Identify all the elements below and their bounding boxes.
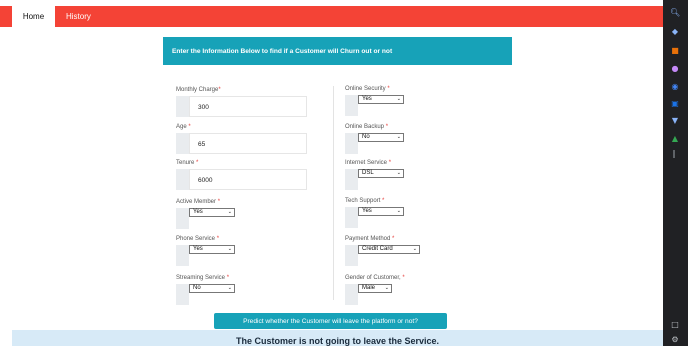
chevron-down-icon: ⌄ [227, 246, 232, 252]
input-addon [176, 284, 189, 305]
nav-history-link[interactable]: History [60, 6, 97, 27]
input-addon [176, 245, 189, 266]
age-input[interactable]: 65 [189, 133, 307, 154]
phone-service-select[interactable]: Yes ⌄ [189, 245, 235, 254]
online-security-select[interactable]: Yes ⌄ [358, 95, 404, 104]
input-addon [345, 245, 358, 266]
column-divider [333, 86, 334, 300]
input-addon [345, 207, 358, 228]
payment-method-select[interactable]: Credit Card ⌄ [358, 245, 420, 254]
streaming-service-field: Streaming Service * No ⌄ [176, 275, 235, 305]
input-addon [176, 96, 189, 117]
tenure-field: Tenure * 6000 [176, 160, 307, 190]
chevron-down-icon: ⌄ [412, 246, 417, 252]
input-addon [345, 95, 358, 116]
tenure-input[interactable]: 6000 [189, 169, 307, 190]
active-member-field: Active Member * Yes ⌄ [176, 199, 235, 229]
tech-support-field: Tech Support * Yes ⌄ [345, 198, 404, 228]
briefcase-icon[interactable]: ■ [670, 46, 680, 56]
prediction-result: The Customer is not going to leave the S… [12, 330, 663, 346]
age-field: Age * 65 [176, 124, 307, 154]
chevron-down-icon: ⌄ [227, 285, 232, 291]
tree-icon[interactable]: ▲ [670, 134, 680, 144]
copilot-icon[interactable]: ◉ [670, 82, 680, 92]
chevron-down-icon: ⌄ [396, 134, 401, 140]
predict-button[interactable]: Predict whether the Customer will leave … [214, 313, 447, 329]
input-addon [345, 284, 358, 305]
internet-service-select[interactable]: DSL ⌄ [358, 169, 404, 178]
input-addon [176, 208, 189, 229]
input-addon [345, 169, 358, 190]
panel-icon[interactable]: □ [670, 320, 680, 330]
input-addon [176, 133, 189, 154]
online-backup-field: Online Backup * No ⌄ [345, 124, 404, 154]
sidebar-separator [673, 150, 675, 158]
input-addon [176, 169, 189, 190]
form-header-banner: Enter the Information Below to find if a… [163, 37, 512, 65]
top-navbar: Home History [0, 6, 663, 27]
chevron-down-icon: ⌄ [384, 285, 389, 291]
phone-service-field: Phone Service * Yes ⌄ [176, 236, 235, 266]
people-icon[interactable]: ● [670, 64, 680, 74]
gender-field: Gender of Customer, * Male ⌄ [345, 275, 405, 305]
tech-support-select[interactable]: Yes ⌄ [358, 207, 404, 216]
outlook-icon[interactable]: ▣ [670, 99, 680, 109]
gender-select[interactable]: Male ⌄ [358, 284, 392, 293]
settings-icon[interactable]: ⚙ [670, 335, 680, 345]
chevron-down-icon: ⌄ [396, 170, 401, 176]
nav-home-link[interactable]: Home [12, 6, 55, 27]
internet-service-field: Internet Service * DSL ⌄ [345, 160, 404, 190]
shopping-icon[interactable]: ▼ [670, 116, 680, 126]
active-member-select[interactable]: Yes ⌄ [189, 208, 235, 217]
chevron-down-icon: ⌄ [396, 96, 401, 102]
streaming-service-select[interactable]: No ⌄ [189, 284, 235, 293]
monthly-charge-field: Monthly Charge* 300 [176, 87, 307, 117]
online-backup-select[interactable]: No ⌄ [358, 133, 404, 142]
payment-method-field: Payment Method * Credit Card ⌄ [345, 236, 420, 266]
browser-sidebar: 🔍︎ ◆ ■ ● ◉ ▣ ▼ ▲ □ ⚙ [663, 0, 688, 346]
chevron-down-icon: ⌄ [396, 208, 401, 214]
input-addon [345, 133, 358, 154]
online-security-field: Online Security * Yes ⌄ [345, 86, 404, 116]
chevron-down-icon: ⌄ [227, 209, 232, 215]
tag-icon[interactable]: ◆ [670, 27, 680, 37]
search-icon[interactable]: 🔍︎ [670, 8, 680, 18]
monthly-charge-input[interactable]: 300 [189, 96, 307, 117]
